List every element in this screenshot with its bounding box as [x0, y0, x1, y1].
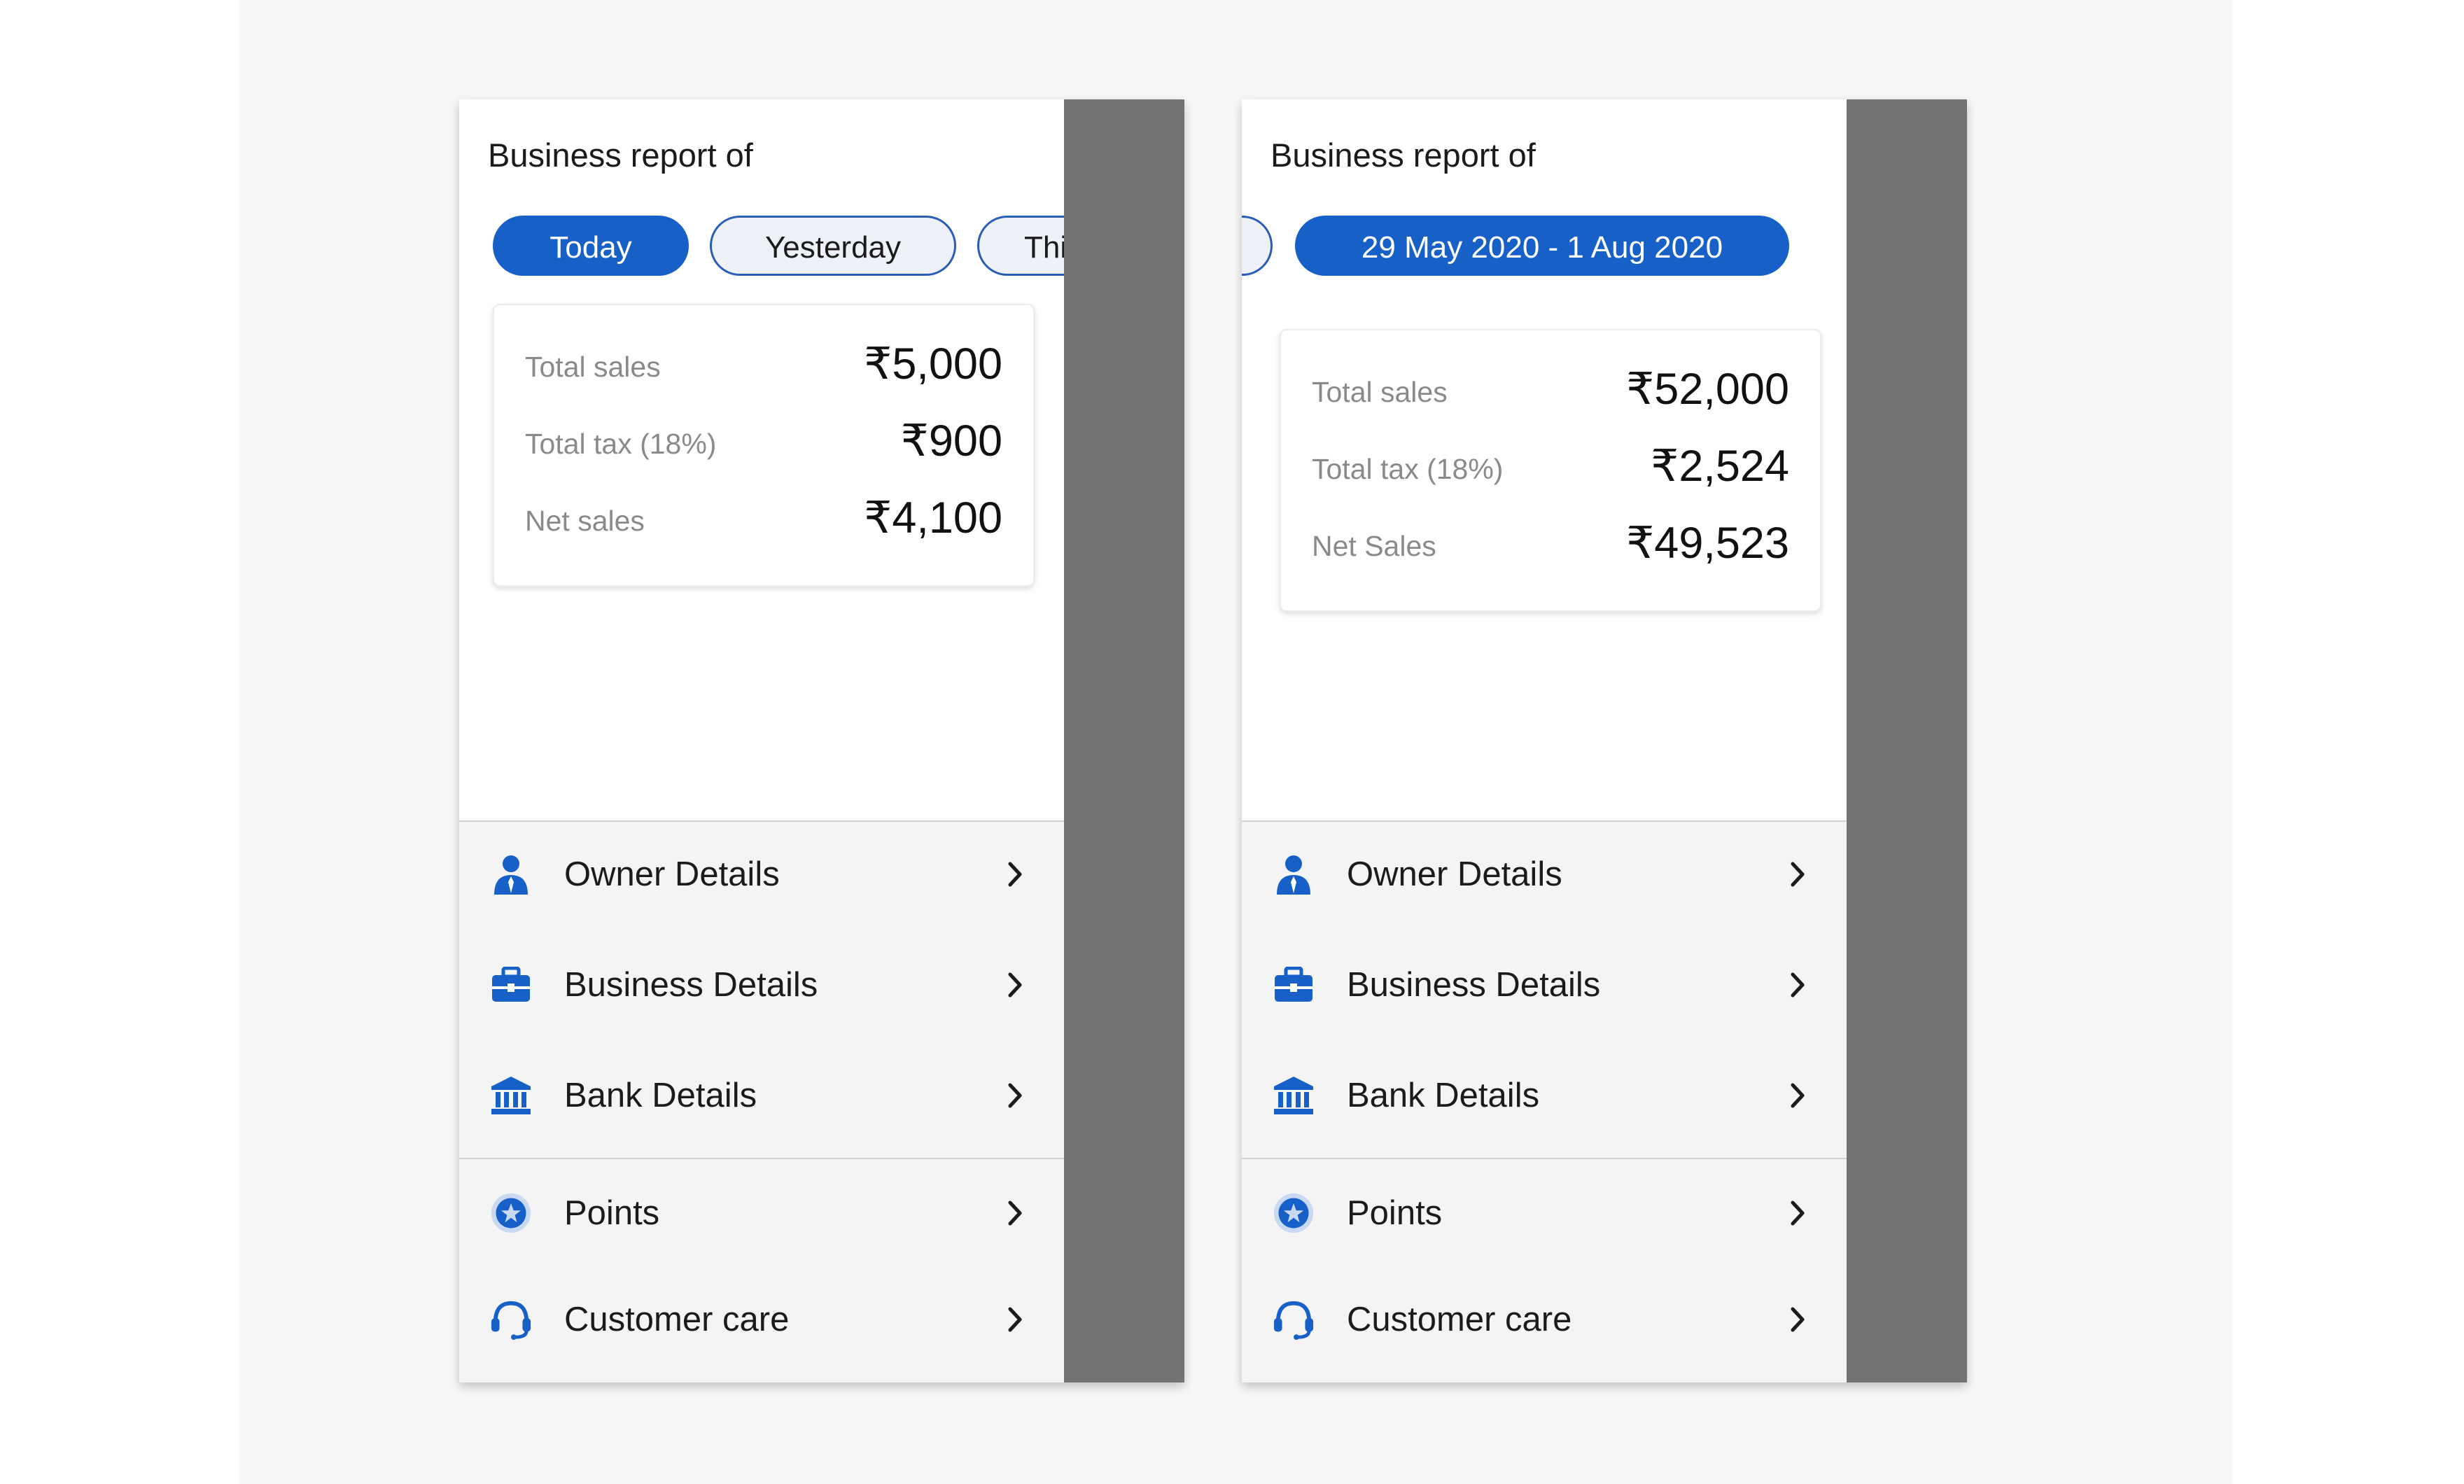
chevron-right-icon [1784, 1082, 1812, 1110]
bank-icon [490, 1074, 532, 1116]
summary-row-total-sales: Total sales ₹52,000 [1281, 351, 1820, 421]
briefcase-icon [490, 964, 532, 1006]
total-sales-value: ₹5,000 [864, 340, 1002, 388]
star-badge-icon [1273, 1192, 1315, 1234]
phone-screen-today: Business report of Today Yesterday Thi T… [459, 99, 1184, 1382]
menu-label-points: Points [564, 1194, 660, 1232]
menu-label-business-details: Business Details [564, 966, 818, 1004]
person-icon [1273, 853, 1315, 895]
menu-item-bank-details[interactable]: Bank Details [459, 1043, 1064, 1148]
menu-label-owner-details: Owner Details [1347, 855, 1562, 893]
sales-summary-card: Total sales ₹52,000 Total tax (18%) ₹2,5… [1280, 329, 1821, 612]
summary-row-total-tax: Total tax (18%) ₹2,524 [1281, 428, 1820, 498]
date-filter-chips[interactable]: 29 May 2020 - 1 Aug 2020 [1242, 216, 1847, 279]
date-filter-chips[interactable]: Today Yesterday Thi [459, 216, 1064, 279]
menu-item-points[interactable]: Points [1242, 1161, 1847, 1266]
chevron-right-icon [1001, 860, 1029, 888]
report-title: Business report of [1270, 136, 1536, 174]
menu-label-owner-details: Owner Details [564, 855, 780, 893]
menu-label-customer-care: Customer care [1347, 1301, 1572, 1338]
menu-item-customer-care[interactable]: Customer care [459, 1267, 1064, 1372]
headset-icon [490, 1298, 532, 1340]
headset-icon [1273, 1298, 1315, 1340]
total-tax-value: ₹2,524 [1651, 442, 1789, 491]
chip-previous[interactable] [1242, 216, 1273, 276]
navigation-drawer: Business report of 29 May 2020 - 1 Aug 2… [1242, 99, 1847, 1382]
bank-icon [1273, 1074, 1315, 1116]
total-tax-label: Total tax (18%) [525, 428, 717, 460]
menu-item-owner-details[interactable]: Owner Details [459, 822, 1064, 927]
chip-yesterday[interactable]: Yesterday [710, 216, 956, 276]
menu-item-owner-details[interactable]: Owner Details [1242, 822, 1847, 927]
menu-label-bank-details: Bank Details [564, 1077, 757, 1114]
menu-label-business-details: Business Details [1347, 966, 1601, 1004]
navigation-drawer: Business report of Today Yesterday Thi T… [459, 99, 1064, 1382]
sales-summary-card: Total sales ₹5,000 Total tax (18%) ₹900 … [493, 304, 1035, 587]
chevron-right-icon [1001, 1199, 1029, 1227]
chip-this-week[interactable]: Thi [977, 216, 1064, 276]
chevron-right-icon [1784, 1199, 1812, 1227]
summary-row-net-sales: Net Sales ₹49,523 [1281, 505, 1820, 575]
menu-item-bank-details[interactable]: Bank Details [1242, 1043, 1847, 1148]
total-sales-label: Total sales [1312, 376, 1448, 408]
chevron-right-icon [1001, 1306, 1029, 1334]
menu-label-points: Points [1347, 1194, 1443, 1232]
net-sales-label: Net Sales [1312, 530, 1436, 562]
net-sales-value: ₹49,523 [1626, 519, 1789, 568]
total-sales-label: Total sales [525, 351, 661, 383]
menu-item-business-details[interactable]: Business Details [1242, 932, 1847, 1037]
menu-divider [1242, 1158, 1847, 1159]
briefcase-icon [1273, 964, 1315, 1006]
phone-screen-custom-range: Business report of 29 May 2020 - 1 Aug 2… [1242, 99, 1967, 1382]
summary-row-net-sales: Net sales ₹4,100 [494, 480, 1033, 550]
menu-item-points[interactable]: Points [459, 1161, 1064, 1266]
total-sales-value: ₹52,000 [1626, 365, 1789, 414]
chevron-right-icon [1001, 971, 1029, 999]
net-sales-label: Net sales [525, 505, 645, 537]
scrim-overlay[interactable] [1847, 99, 1967, 1382]
business-report-section: Business report of Today Yesterday Thi T… [459, 99, 1064, 822]
star-badge-icon [490, 1192, 532, 1234]
summary-row-total-sales: Total sales ₹5,000 [494, 326, 1033, 396]
business-report-section: Business report of 29 May 2020 - 1 Aug 2… [1242, 99, 1847, 822]
menu-item-business-details[interactable]: Business Details [459, 932, 1064, 1037]
menu-item-customer-care[interactable]: Customer care [1242, 1267, 1847, 1372]
chip-custom-range[interactable]: 29 May 2020 - 1 Aug 2020 [1295, 216, 1789, 276]
total-tax-label: Total tax (18%) [1312, 453, 1504, 485]
person-icon [490, 853, 532, 895]
chevron-right-icon [1784, 1306, 1812, 1334]
menu-label-customer-care: Customer care [564, 1301, 790, 1338]
net-sales-value: ₹4,100 [864, 493, 1002, 542]
report-title: Business report of [488, 136, 753, 174]
chevron-right-icon [1784, 971, 1812, 999]
total-tax-value: ₹900 [900, 416, 1002, 465]
scrim-overlay[interactable] [1064, 99, 1184, 1382]
menu-label-bank-details: Bank Details [1347, 1077, 1540, 1114]
summary-row-total-tax: Total tax (18%) ₹900 [494, 403, 1033, 473]
menu-divider [459, 1158, 1064, 1159]
chevron-right-icon [1001, 1082, 1029, 1110]
chip-today[interactable]: Today [493, 216, 689, 276]
chevron-right-icon [1784, 860, 1812, 888]
